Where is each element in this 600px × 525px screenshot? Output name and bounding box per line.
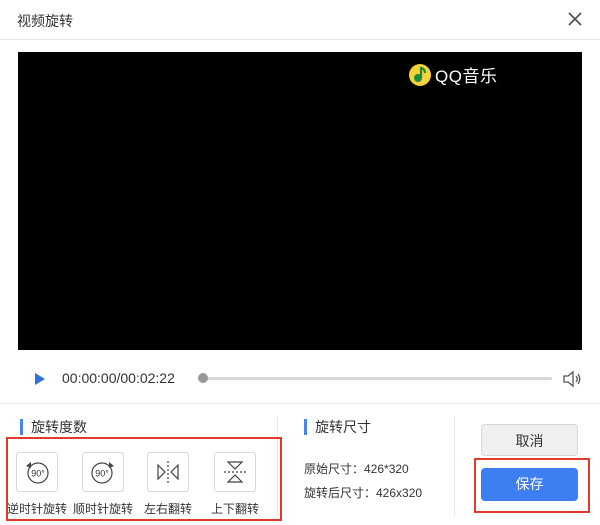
close-icon[interactable]: [566, 10, 584, 28]
highlight-box-save: [474, 458, 590, 513]
watermark-text: QQ音乐: [435, 67, 498, 86]
play-icon[interactable]: [34, 372, 46, 386]
playback-time: 00:00:00/00:02:22: [62, 370, 175, 386]
title-bar: 视频旋转: [0, 0, 600, 40]
rotation-section-title: 旋转度数: [20, 419, 87, 435]
watermark: QQ音乐: [408, 62, 497, 87]
volume-icon[interactable]: [562, 370, 582, 388]
original-size-text: 原始尺寸：426*320: [304, 462, 409, 476]
window-title: 视频旋转: [17, 13, 73, 29]
progress-track[interactable]: [200, 377, 552, 380]
progress-knob[interactable]: [198, 373, 208, 383]
rotated-size-text: 旋转后尺寸：426x320: [304, 486, 423, 500]
size-section-title: 旋转尺寸: [304, 419, 371, 435]
highlight-box-rotation-tools: [6, 437, 282, 521]
cancel-button[interactable]: 取消: [481, 424, 578, 456]
video-preview: QQ音乐: [18, 52, 582, 350]
qq-music-logo-icon: [409, 63, 431, 86]
divider: [0, 403, 600, 404]
section-divider: [454, 416, 455, 516]
player-controls: 00:00:00/00:02:22: [0, 360, 600, 396]
